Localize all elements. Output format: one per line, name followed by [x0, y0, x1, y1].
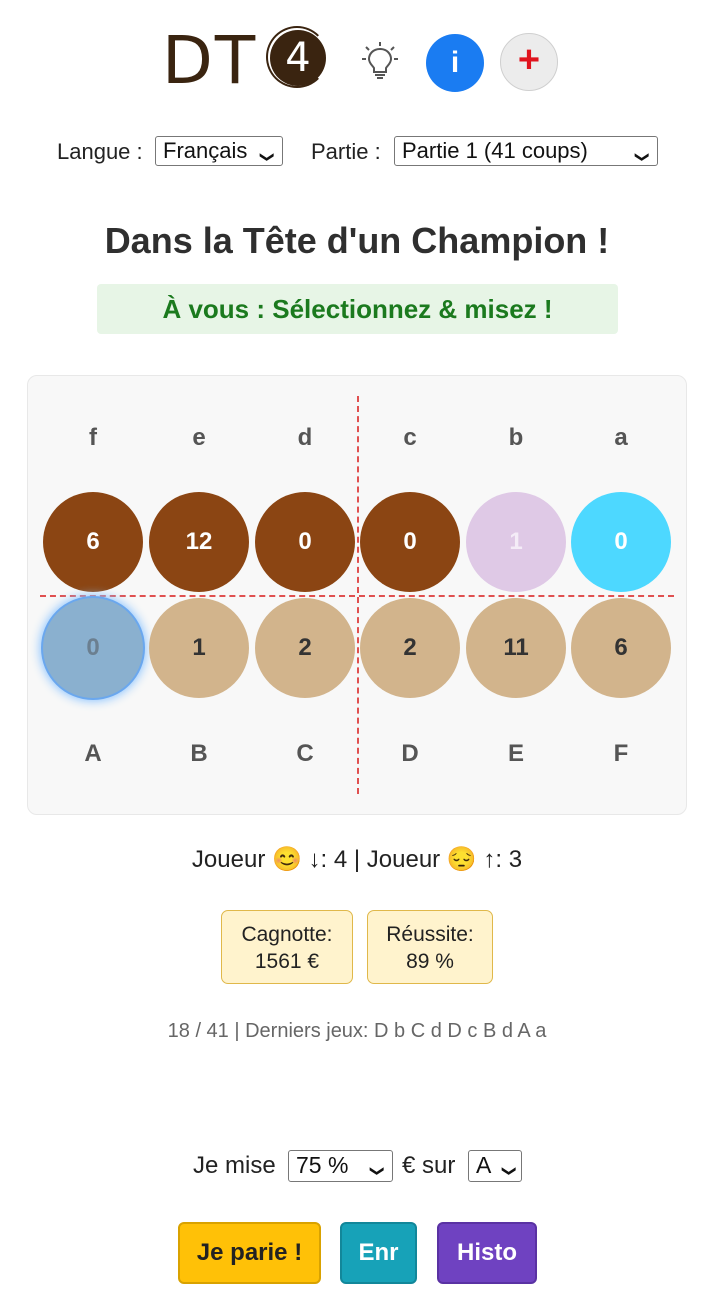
pot-label: Cagnotte:	[241, 923, 333, 946]
bottom-label-A: A	[84, 740, 102, 767]
pit-bottom-F[interactable]: 6	[571, 598, 671, 698]
language-select-value: Français	[163, 138, 248, 163]
success-card: Réussite: 89 %	[367, 910, 493, 984]
pit-top-c: 0	[360, 492, 460, 592]
move-history: 18 / 41 | Derniers jeux: D b C d D c B d…	[167, 1020, 547, 1042]
success-label: Réussite:	[386, 923, 474, 946]
pit-bottom-E[interactable]: 11	[466, 598, 566, 698]
logo-number: 4	[270, 30, 326, 86]
chevron-down-icon: ❯	[635, 151, 652, 163]
settings-row: Langue : Français ❯ Partie : Partie 1 (4…	[0, 136, 714, 168]
history-button[interactable]: Histo	[437, 1222, 537, 1284]
top-label-e: e	[192, 424, 206, 451]
players-score-line: Joueur 😊 ↓: 4 | Joueur 😔 ↑: 3	[191, 846, 523, 873]
bottom-label-F: F	[613, 740, 629, 767]
bottom-label-B: B	[190, 740, 208, 767]
game-select-value: Partie 1 (41 coups)	[402, 138, 588, 163]
pit-bottom-B[interactable]: 1	[149, 598, 249, 698]
game-board: f e d c b a 6 12 0 0 1 0 0 1 2 2 11 6 A …	[27, 375, 687, 815]
lightbulb-icon[interactable]	[362, 42, 398, 82]
status-banner: À vous : Sélectionnez & misez !	[97, 284, 618, 334]
place-bet-button[interactable]: Je parie !	[178, 1222, 321, 1284]
pit-top-e: 12	[149, 492, 249, 592]
bet-currency-text: € sur	[402, 1152, 456, 1179]
top-label-a: a	[614, 424, 628, 451]
bet-pit-value: A	[476, 1152, 492, 1178]
bet-amount-value: 75 %	[296, 1152, 349, 1178]
top-label-c: c	[403, 424, 417, 451]
language-label: Langue :	[57, 139, 143, 164]
pot-value: 1561 €	[254, 950, 320, 973]
top-label-b: b	[508, 424, 524, 451]
bottom-label-D: D	[401, 740, 419, 767]
chevron-down-icon: ❯	[370, 1165, 387, 1177]
pit-top-a: 0	[571, 492, 671, 592]
pit-bottom-D[interactable]: 2	[360, 598, 460, 698]
chevron-down-icon: ❯	[502, 1165, 519, 1177]
top-label-d: d	[297, 424, 313, 451]
bet-prefix: Je mise	[193, 1152, 276, 1179]
bet-amount-select[interactable]: 75 % ❯	[288, 1150, 393, 1182]
language-select[interactable]: Français ❯	[155, 136, 283, 166]
success-value: 89 %	[406, 950, 454, 973]
medical-plus-button[interactable]: +	[500, 33, 558, 91]
top-label-f: f	[89, 424, 97, 451]
bet-row: Je mise 75 % ❯ € sur A ❯	[0, 1150, 714, 1182]
board-horizontal-divider	[40, 595, 674, 597]
game-label: Partie :	[311, 139, 381, 164]
page-title: Dans la Tête d'un Champion !	[104, 220, 610, 261]
info-button[interactable]: i	[426, 34, 484, 92]
pit-top-b: 1	[466, 492, 566, 592]
game-select[interactable]: Partie 1 (41 coups) ❯	[394, 136, 658, 166]
chevron-down-icon: ❯	[260, 151, 277, 163]
bottom-label-C: C	[296, 740, 314, 767]
pit-top-f: 6	[43, 492, 143, 592]
bottom-label-E: E	[507, 740, 524, 767]
pit-top-d: 0	[255, 492, 355, 592]
pit-bottom-C[interactable]: 2	[255, 598, 355, 698]
pot-card: Cagnotte: 1561 €	[221, 910, 353, 984]
logo-text: DT	[162, 22, 258, 99]
pit-bottom-A[interactable]: 0	[43, 598, 143, 698]
bet-pit-select[interactable]: A ❯	[468, 1150, 522, 1182]
save-button[interactable]: Enr	[340, 1222, 417, 1284]
app-logo: DT 4	[162, 26, 332, 98]
